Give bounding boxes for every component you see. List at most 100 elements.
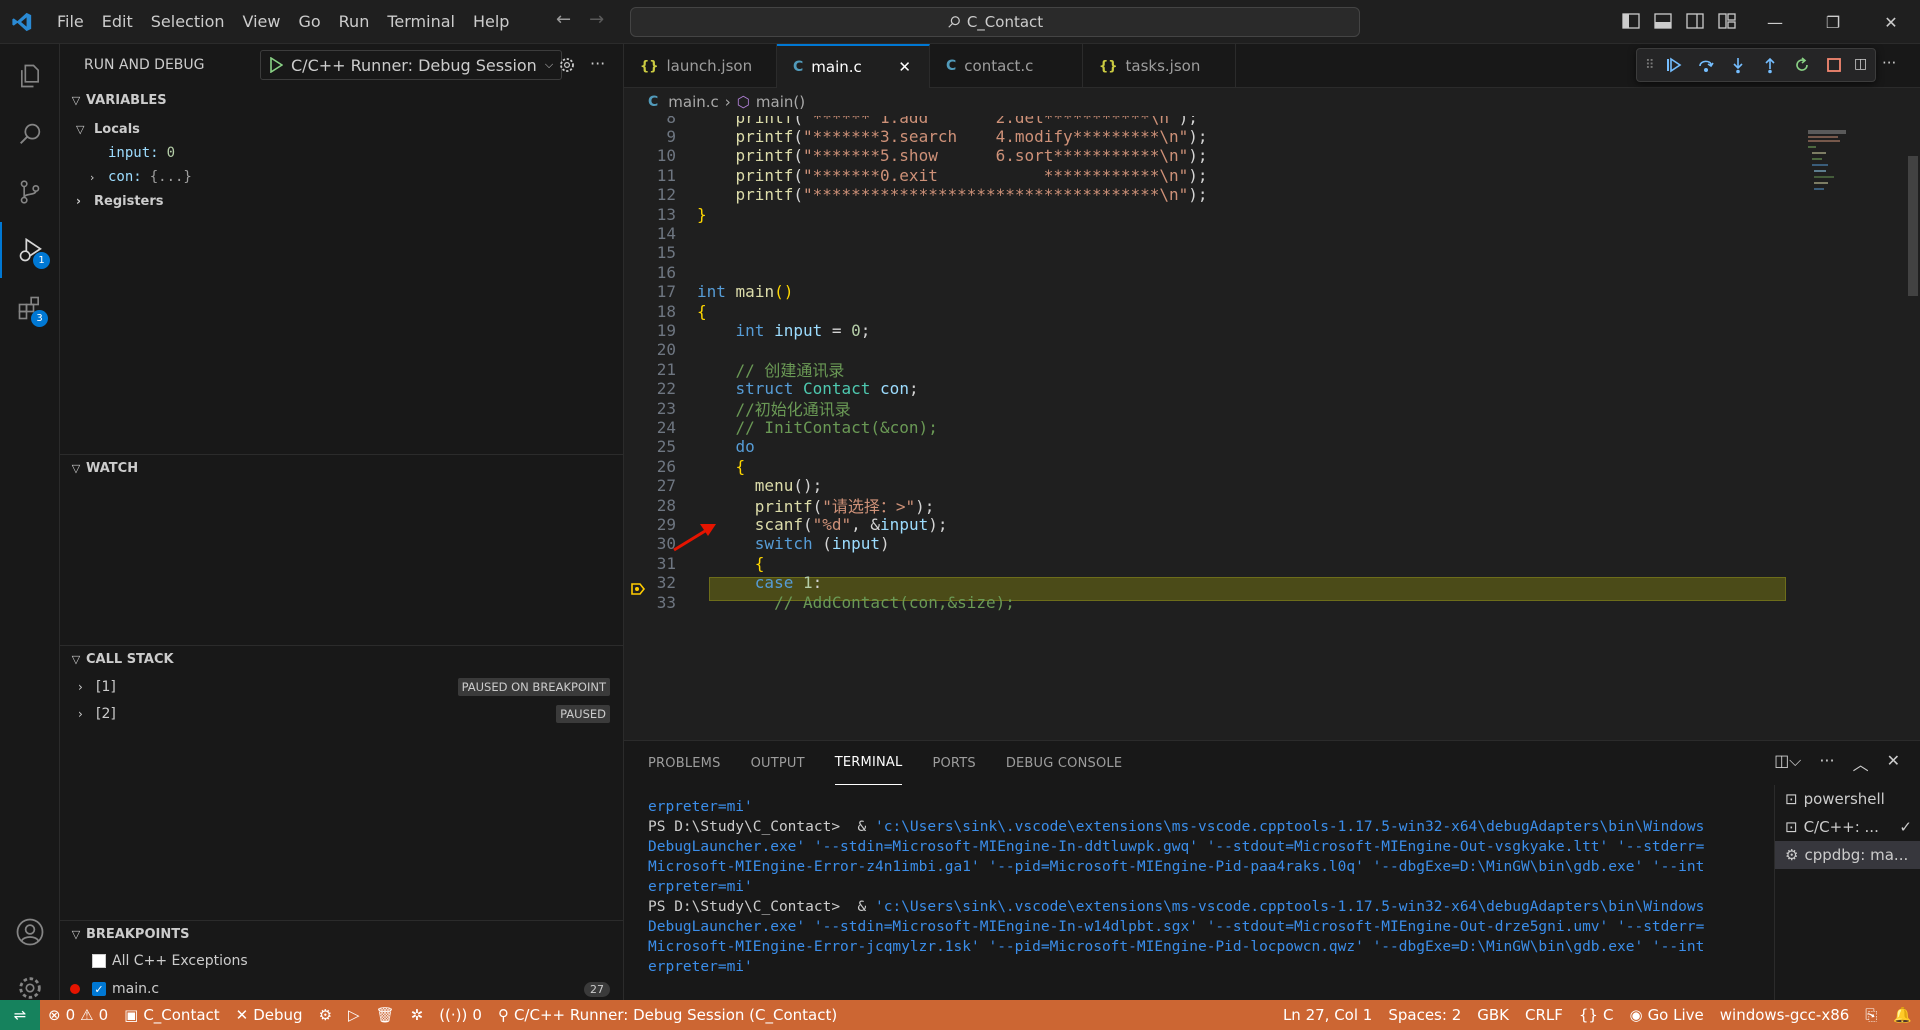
search-activity-icon[interactable] bbox=[0, 106, 60, 162]
tab-main-c[interactable]: Cmain.c ✕ bbox=[777, 44, 930, 88]
explorer-icon[interactable] bbox=[0, 48, 60, 104]
menu-view[interactable]: View bbox=[234, 0, 290, 44]
terminal-output[interactable]: erpreter=mi' PS D:\Study\C_Contact> & 'c:… bbox=[648, 797, 1778, 977]
settings-gear-icon[interactable]: ⚙ bbox=[311, 1000, 340, 1030]
terminal-item-cpp[interactable]: ⊡ C/C++: ... ✓ bbox=[1775, 813, 1920, 841]
back-arrow-icon[interactable]: ← bbox=[556, 9, 571, 30]
menu-selection[interactable]: Selection bbox=[142, 0, 234, 44]
terminal-line: erpreter=mi' bbox=[648, 957, 1778, 977]
accounts-icon[interactable] bbox=[0, 904, 60, 960]
source-control-icon[interactable] bbox=[0, 164, 60, 220]
restore-icon[interactable]: ❐ bbox=[1804, 0, 1862, 44]
customize-layout-icon[interactable] bbox=[1716, 10, 1738, 32]
terminal-command: erpreter=mi' bbox=[648, 879, 753, 895]
run-icon[interactable]: ▷ bbox=[340, 1000, 368, 1030]
close-tab-icon[interactable]: ✕ bbox=[898, 58, 911, 76]
open-launch-json-gear-icon[interactable] bbox=[558, 56, 576, 74]
notifications-bell-icon[interactable]: 🔔 bbox=[1885, 1000, 1920, 1030]
menu-edit[interactable]: Edit bbox=[93, 0, 142, 44]
step-over-icon[interactable] bbox=[1693, 52, 1719, 78]
close-window-icon[interactable]: ✕ bbox=[1862, 0, 1920, 44]
folder-indicator[interactable]: ▣ C_Contact bbox=[116, 1000, 228, 1030]
toggle-secondary-sidebar-icon[interactable] bbox=[1684, 10, 1706, 32]
debug-bug-icon[interactable]: ✲ bbox=[403, 1000, 432, 1030]
split-editor-icon[interactable]: ◫ bbox=[1854, 56, 1867, 72]
maximize-panel-icon[interactable]: ︿ bbox=[1853, 751, 1869, 775]
tab-launch-json[interactable]: {} launch.json bbox=[624, 44, 777, 88]
problems-indicator[interactable]: ⊗ 0 ⚠ 0 bbox=[40, 1000, 116, 1030]
variable-input[interactable]: input: 0 bbox=[60, 140, 624, 166]
checkbox-unchecked[interactable] bbox=[92, 954, 106, 968]
indentation[interactable]: Spaces: 2 bbox=[1380, 1000, 1469, 1030]
minimize-icon[interactable]: — bbox=[1746, 0, 1804, 44]
toggle-primary-sidebar-icon[interactable] bbox=[1620, 10, 1642, 32]
cursor-position[interactable]: Ln 27, Col 1 bbox=[1275, 1000, 1380, 1030]
breadcrumb-symbol[interactable]: main() bbox=[756, 93, 805, 111]
step-into-icon[interactable] bbox=[1725, 52, 1751, 78]
checkbox-checked[interactable]: ✓ bbox=[92, 982, 106, 996]
delete-icon[interactable]: 🗑 bbox=[368, 1000, 403, 1030]
menu-go[interactable]: Go bbox=[289, 0, 329, 44]
tab-contact-c[interactable]: Ccontact.c bbox=[930, 44, 1083, 88]
vertical-scrollbar[interactable] bbox=[1906, 116, 1920, 740]
debug-mode-indicator[interactable]: ✕ Debug bbox=[228, 1000, 311, 1030]
menu-terminal[interactable]: Terminal bbox=[378, 0, 464, 44]
menu-run[interactable]: Run bbox=[330, 0, 379, 44]
breakpoints-section-header[interactable]: ▽ BREAKPOINTS bbox=[60, 920, 624, 948]
stop-icon[interactable] bbox=[1821, 52, 1847, 78]
debug-session-indicator[interactable]: ⚲ C/C++ Runner: Debug Session (C_Contact) bbox=[490, 1000, 845, 1030]
watch-section-header[interactable]: ▽ WATCH bbox=[60, 454, 624, 482]
function-symbol-icon: ⬡ bbox=[736, 93, 750, 111]
feedback-icon[interactable]: ⎘ bbox=[1857, 1000, 1885, 1030]
extensions-icon[interactable]: 3 bbox=[0, 280, 60, 336]
tab-tasks-json[interactable]: {} tasks.json bbox=[1083, 44, 1236, 88]
line-ending[interactable]: CRLF bbox=[1517, 1000, 1571, 1030]
panel-tab-problems[interactable]: PROBLEMS bbox=[648, 741, 721, 785]
split-terminal-icon[interactable]: ◫⌵ bbox=[1774, 751, 1801, 775]
language-mode[interactable]: {} C bbox=[1571, 1000, 1622, 1030]
terminal-item-cppdbg[interactable]: ⚙ cppdbg: ma... bbox=[1775, 841, 1920, 869]
terminal-item-powershell[interactable]: ⊡ powershell bbox=[1775, 785, 1920, 813]
close-panel-icon[interactable]: ✕ bbox=[1887, 751, 1900, 775]
go-live-button[interactable]: ◉ Go Live bbox=[1621, 1000, 1711, 1030]
minimap[interactable] bbox=[1784, 116, 1884, 740]
variables-section-header[interactable]: ▽ VARIABLES bbox=[60, 86, 624, 114]
drag-handle-icon[interactable]: ⠿ bbox=[1645, 58, 1655, 73]
registers-scope[interactable]: › Registers bbox=[60, 188, 624, 214]
run-and-debug-icon[interactable]: 1 bbox=[0, 222, 60, 278]
menu-file[interactable]: File bbox=[48, 0, 93, 44]
breakpoint-exceptions[interactable]: All C++ Exceptions bbox=[60, 948, 624, 974]
command-center-search[interactable]: C_Contact bbox=[630, 7, 1360, 37]
panel-more-icon[interactable]: ··· bbox=[1819, 751, 1834, 775]
more-actions-icon[interactable]: ··· bbox=[590, 54, 605, 73]
debug-pointer-icon[interactable] bbox=[630, 581, 646, 597]
remote-indicator-icon[interactable]: ⇌ bbox=[0, 1000, 40, 1030]
call-stack-thread[interactable]: › [2] PAUSED bbox=[60, 701, 624, 727]
chevron-right-icon: › bbox=[78, 707, 83, 721]
toggle-panel-icon[interactable] bbox=[1652, 10, 1674, 32]
call-stack-thread[interactable]: › [1] PAUSED ON BREAKPOINT bbox=[60, 674, 624, 700]
start-debugging-icon[interactable] bbox=[269, 57, 283, 73]
panel-tab-output[interactable]: OUTPUT bbox=[751, 741, 805, 785]
editor-more-actions-icon[interactable]: ··· bbox=[1882, 54, 1896, 72]
continue-icon[interactable] bbox=[1661, 52, 1687, 78]
step-out-icon[interactable] bbox=[1757, 52, 1783, 78]
variable-con[interactable]: › con: {...} bbox=[60, 164, 624, 190]
scrollbar-thumb[interactable] bbox=[1908, 156, 1918, 296]
call-stack-section-header[interactable]: ▽ CALL STACK bbox=[60, 645, 624, 673]
code-editor[interactable]: 8 printf("****** 1.add 2.del***********\… bbox=[624, 116, 1920, 740]
cpp-configuration[interactable]: windows-gcc-x86 bbox=[1712, 1000, 1858, 1030]
panel-tab-terminal[interactable]: TERMINAL bbox=[834, 741, 903, 785]
restart-icon[interactable] bbox=[1789, 52, 1815, 78]
forward-arrow-icon[interactable]: → bbox=[589, 9, 604, 30]
ports-indicator[interactable]: ((·)) 0 bbox=[431, 1000, 490, 1030]
menu-help[interactable]: Help bbox=[464, 0, 518, 44]
locals-scope[interactable]: ▽ Locals bbox=[60, 116, 624, 142]
panel-tab-debug-console[interactable]: DEBUG CONSOLE bbox=[1006, 741, 1122, 785]
debug-configuration-select[interactable]: C/C++ Runner: Debug Session ⌵ bbox=[260, 50, 563, 80]
encoding[interactable]: GBK bbox=[1469, 1000, 1517, 1030]
panel-tab-ports[interactable]: PORTS bbox=[932, 741, 975, 785]
breadcrumb-file[interactable]: main.c bbox=[668, 93, 719, 111]
breakpoint-main-c[interactable]: ✓ main.c 27 bbox=[60, 976, 624, 1002]
code-line[interactable]: 33 // AddContact(con,&size); bbox=[624, 590, 1784, 614]
